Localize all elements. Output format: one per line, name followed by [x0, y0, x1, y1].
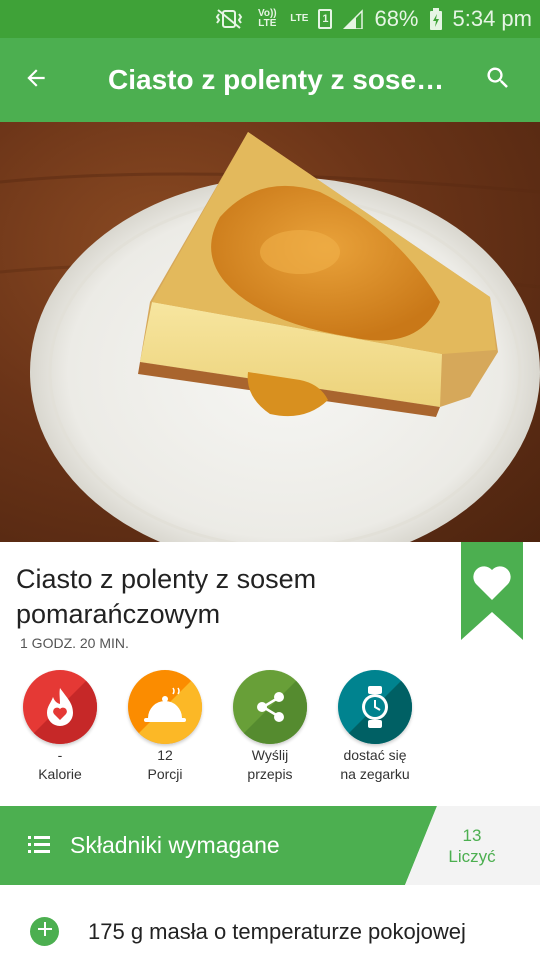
portions-cloche-icon [128, 670, 202, 744]
arrow-back-icon [23, 65, 49, 96]
app-bar-title: Ciasto z polenty z sosem pomarańczowym [108, 64, 456, 95]
recipe-title: Ciasto z polenty z sosem pomarańczowym [16, 564, 317, 629]
recipe-photo [0, 122, 540, 542]
ingredients-count: 13 Liczyć [432, 825, 512, 867]
portions-value: 12 [157, 747, 173, 763]
clock: 5:34 pm [452, 6, 533, 31]
share-recipe-line2: przepis [247, 766, 293, 782]
vibrate-mute-icon [214, 8, 244, 30]
calories-label: Kalorie [38, 766, 82, 782]
signal-icon [342, 9, 364, 29]
volte-indicator: Vo)) LTE [257, 8, 277, 29]
portions-action[interactable]: 12 Porcji [113, 670, 217, 783]
back-button[interactable] [0, 38, 72, 122]
lte-indicator: LTE [290, 13, 309, 24]
add-ingredient-button[interactable] [30, 917, 59, 946]
ingredient-text: 175 g masła o temperaturze pokojowej [88, 919, 466, 944]
calories-flame-icon [23, 670, 97, 744]
calories-value: - [57, 747, 63, 763]
ingredients-count-label: Liczyć [448, 847, 496, 866]
sim-indicator: 1 [318, 9, 333, 29]
app-bar: Ciasto z polenty z sosem pomarańczowym [0, 38, 540, 122]
search-button[interactable] [456, 38, 540, 122]
ingredients-count-value: 13 [462, 826, 482, 845]
battery-percent: 68% [374, 6, 419, 31]
search-icon [484, 64, 512, 97]
list-icon [28, 836, 50, 859]
status-bar: Vo)) LTE LTE 1 68% 5:34 pm [0, 0, 540, 38]
ingredients-header[interactable]: Składniki wymagane 13 Liczyć [0, 806, 540, 885]
ingredient-row[interactable]: 175 g masła o temperaturze pokojowej [0, 905, 540, 960]
calories-action[interactable]: - Kalorie [8, 670, 112, 783]
plus-icon [37, 922, 52, 941]
share-recipe-line1: Wyślij [251, 747, 289, 763]
battery-charging-icon [429, 8, 443, 30]
favorite-button[interactable] [461, 542, 523, 640]
cake-illustration [0, 132, 540, 542]
portions-label: Porcji [147, 766, 183, 782]
share-recipe-action[interactable]: Wyślij przepis [218, 670, 322, 783]
ingredients-header-label: Składniki wymagane [70, 832, 280, 858]
watch-line1: dostać się [343, 747, 407, 763]
watch-icon [338, 670, 412, 744]
recipe-time: 1 GODZ. 20 MIN. [20, 635, 129, 651]
watch-line2: na zegarku [340, 766, 410, 782]
watch-action[interactable]: dostać się na zegarku [323, 670, 427, 783]
share-icon [233, 670, 307, 744]
